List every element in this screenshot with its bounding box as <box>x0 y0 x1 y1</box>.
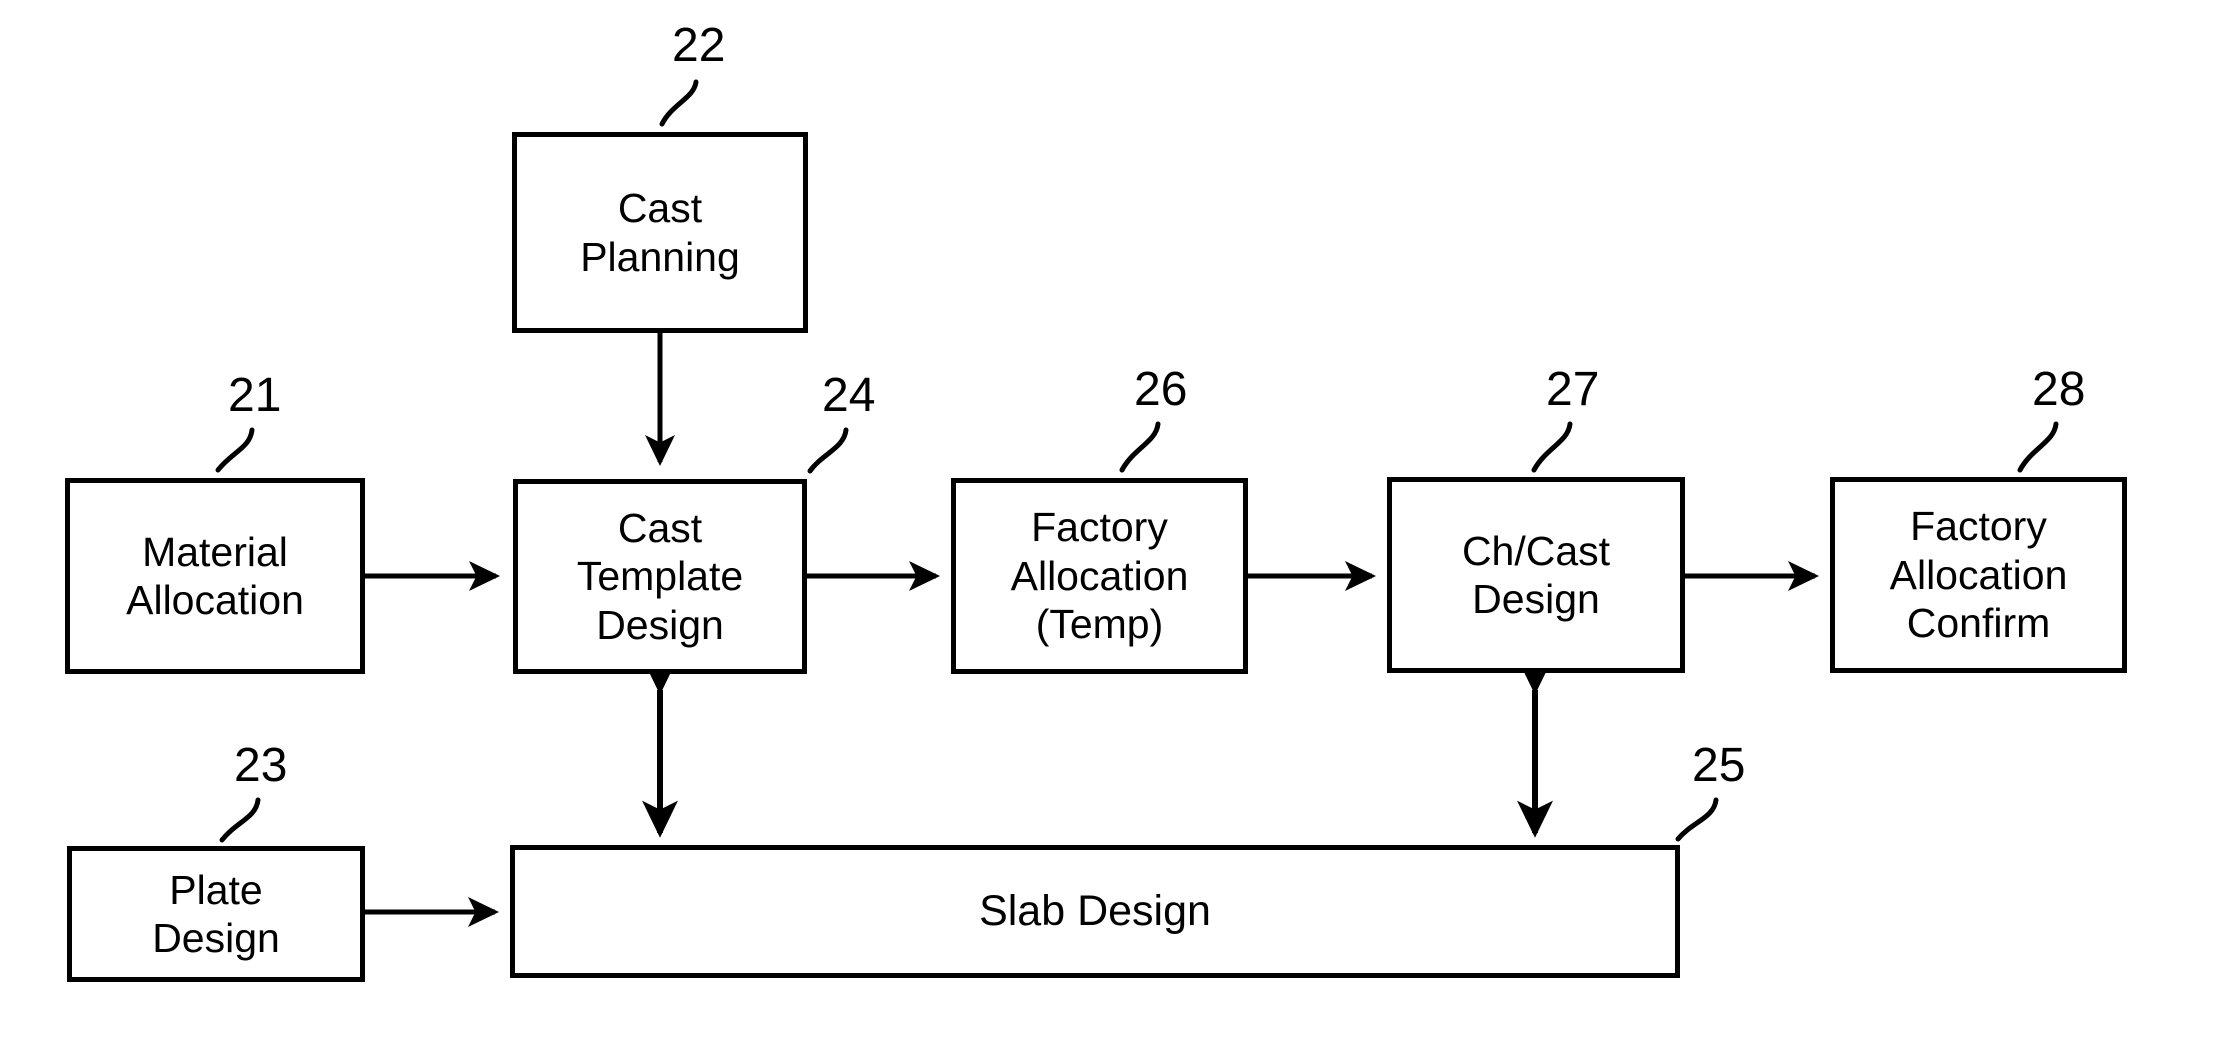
node-factory-allocation-confirm-label: Factory Allocation Confirm <box>1889 503 2068 647</box>
ref-number-24: 24 <box>822 369 876 422</box>
node-slab-design[interactable]: Slab Design <box>510 845 1680 978</box>
leader-line-27 <box>1531 421 1573 473</box>
node-factory-allocation-confirm[interactable]: Factory Allocation Confirm <box>1830 477 2127 673</box>
node-plate-design[interactable]: Plate Design <box>67 846 365 982</box>
leader-line-28 <box>2017 421 2059 473</box>
node-material-allocation[interactable]: Material Allocation <box>65 478 365 674</box>
ref-number-23: 23 <box>234 739 288 792</box>
node-plate-design-label: Plate Design <box>152 866 280 961</box>
leader-line-23 <box>219 797 261 843</box>
node-cast-template-design-label: Cast Template Design <box>576 504 744 648</box>
leader-line-25 <box>1675 797 1719 842</box>
node-cast-planning-label: Cast Planning <box>580 185 740 280</box>
node-factory-allocation-temp[interactable]: Factory Allocation (Temp) <box>951 478 1248 674</box>
leader-line-24 <box>807 427 849 474</box>
leader-line-26 <box>1119 421 1161 473</box>
node-ch-cast-design-label: Ch/Cast Design <box>1461 527 1611 622</box>
ref-number-26: 26 <box>1134 363 1188 416</box>
process-flow-diagram: Material Allocation Cast Planning Plate … <box>0 0 2214 1039</box>
ref-number-22: 22 <box>672 19 726 72</box>
node-cast-template-design[interactable]: Cast Template Design <box>513 479 807 674</box>
node-cast-planning[interactable]: Cast Planning <box>512 132 808 333</box>
ref-number-27: 27 <box>1546 363 1600 416</box>
node-material-allocation-label: Material Allocation <box>126 528 304 623</box>
ref-number-21: 21 <box>228 369 282 422</box>
ref-number-25: 25 <box>1692 739 1746 792</box>
ref-number-28: 28 <box>2032 363 2086 416</box>
leader-line-21 <box>215 427 255 473</box>
node-slab-design-label: Slab Design <box>979 887 1211 936</box>
leader-line-22 <box>659 79 699 127</box>
node-factory-allocation-temp-label: Factory Allocation (Temp) <box>1010 504 1189 648</box>
node-ch-cast-design[interactable]: Ch/Cast Design <box>1387 477 1685 673</box>
